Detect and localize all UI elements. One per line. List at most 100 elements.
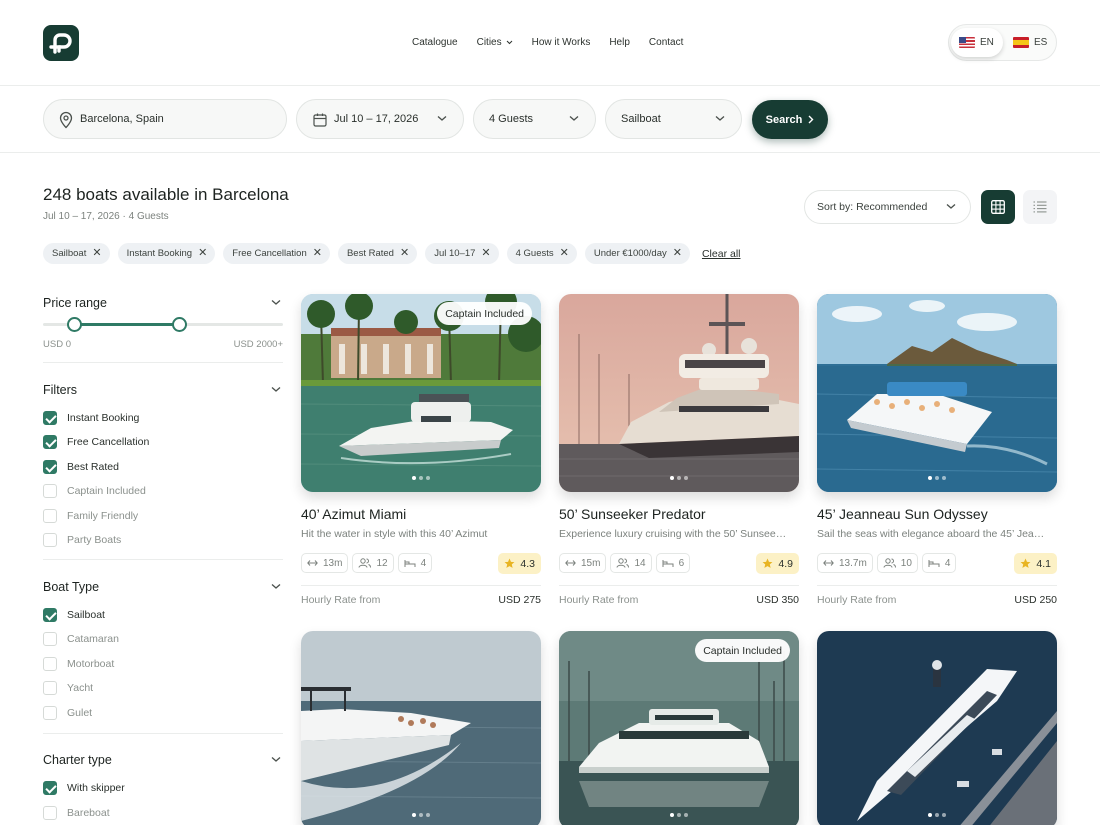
charter-bareboat[interactable]: Bareboat [43,805,110,821]
chevron-down-icon [569,116,579,121]
boat-title[interactable]: 40’ Azimut Miami [301,506,406,522]
close-icon[interactable]: ✕ [481,248,490,259]
close-icon[interactable]: ✕ [92,248,101,259]
nav-how-it-works[interactable]: How it Works [532,37,591,48]
filter-instant-booking[interactable]: Instant Booking [43,410,139,426]
boat-image [817,631,1057,825]
nav-label: Contact [648,37,684,48]
boat-type-catamaran[interactable]: Catamaran [43,631,119,647]
close-icon[interactable]: ✕ [400,248,409,259]
filter-free-cancellation[interactable]: Free Cancellation [43,434,149,450]
price-slider-max-handle[interactable] [172,317,188,332]
boat-type-gulet[interactable]: Gulet [43,705,92,721]
filter-chip[interactable]: Sailboat ✕ [43,243,110,264]
divider [301,585,541,586]
carousel-dots[interactable] [670,476,688,480]
nav-label: Help [609,37,630,48]
boat-photo[interactable] [301,631,541,825]
boat-type-sailboat[interactable]: Sailboat [43,607,105,623]
list-icon [1033,201,1047,213]
checkbox[interactable] [43,533,57,547]
date-range-field[interactable]: Jul 10 – 17, 2026 [296,99,464,139]
star-icon [504,558,515,568]
checkbox[interactable] [43,484,57,498]
filter-family-friendly[interactable]: Family Friendly [43,508,138,524]
list-view-button[interactable] [1023,190,1057,224]
checkbox[interactable] [43,657,57,671]
nav-catalogue[interactable]: Catalogue [412,37,458,48]
filter-captain-included[interactable]: Captain Included [43,483,146,499]
close-icon[interactable]: ✕ [198,248,207,259]
checkbox[interactable] [43,706,57,720]
grid-view-button[interactable] [981,190,1015,224]
sort-dropdown[interactable]: Sort by: Recommended [804,190,971,224]
boat-type-dropdown[interactable]: Sailboat [605,99,742,139]
filter-chip[interactable]: Under €1000/day ✕ [584,243,690,264]
carousel-dots[interactable] [670,813,688,817]
brand-logo[interactable] [43,25,79,61]
checkbox[interactable] [43,632,57,646]
boat-title[interactable]: 50’ Sunseeker Predator [559,506,706,522]
rating-badge: 4.1 [1014,553,1057,574]
chevron-down-icon[interactable] [271,299,281,306]
carousel-dots[interactable] [928,813,946,817]
checkbox-label: Sailboat [67,609,105,621]
boat-photo[interactable]: Captain Included [559,631,799,825]
checkbox[interactable] [43,460,57,474]
checkbox[interactable] [43,435,57,449]
filter-chip[interactable]: Best Rated ✕ [337,243,418,264]
filter-chip[interactable]: 4 Guests ✕ [506,243,577,264]
chevron-down-icon[interactable] [271,583,281,590]
filter-chip[interactable]: Jul 10–17 ✕ [425,243,499,264]
boat-type-motorboat[interactable]: Motorboat [43,656,114,672]
language-option-en[interactable]: EN [951,28,1003,57]
filter-chip[interactable]: Free Cancellation ✕ [223,243,330,264]
language-option-es[interactable]: ES [1005,28,1055,57]
carousel-dots[interactable] [412,813,430,817]
guests-count: 12 [376,557,388,569]
checkbox[interactable] [43,608,57,622]
cabins-count: 4 [420,557,427,569]
nav-contact[interactable]: Contact [649,37,683,48]
top-navigation-bar: Catalogue Cities How it Works Help Conta… [0,0,1100,86]
cabins-count: 6 [678,557,685,569]
boat-type-yacht[interactable]: Yacht [43,680,93,696]
boat-type-title: Boat Type [43,580,100,594]
location-field[interactable]: Barcelona, Spain [43,99,287,139]
checkbox[interactable] [43,509,57,523]
guests-dropdown[interactable]: 4 Guests [473,99,596,139]
divider [43,733,283,734]
chevron-down-icon [715,116,725,121]
boat-photo[interactable] [559,294,799,492]
boat-photo[interactable] [817,631,1057,825]
rate-value: USD 275 [498,594,541,606]
nav-help[interactable]: Help [609,37,630,48]
price-slider-min-handle[interactable] [66,317,82,332]
boat-title[interactable]: 45’ Jeanneau Sun Odyssey [817,506,988,522]
clear-all-link[interactable]: Clear all [702,248,741,260]
filter-party-boats[interactable]: Party Boats [43,532,121,548]
nav-cities[interactable]: Cities [477,37,513,48]
search-button[interactable]: Search [752,100,828,139]
checkbox[interactable] [43,411,57,425]
close-icon[interactable]: ✕ [673,248,682,259]
divider [817,585,1057,586]
boat-photo[interactable] [817,294,1057,492]
close-icon[interactable]: ✕ [313,248,322,259]
checkbox[interactable] [43,781,57,795]
filter-chip[interactable]: Instant Booking ✕ [117,243,216,264]
close-icon[interactable]: ✕ [560,248,569,259]
chevron-down-icon[interactable] [271,386,281,393]
length-value: 15m [581,557,601,569]
checkbox[interactable] [43,681,57,695]
chevron-down-icon[interactable] [271,756,281,763]
chip-label: Free Cancellation [232,248,307,259]
carousel-dots[interactable] [928,476,946,480]
arrows-horizontal-icon [307,560,318,566]
boat-description: Sail the seas with elegance aboard the 4… [817,528,1049,540]
checkbox[interactable] [43,806,57,820]
filter-best-rated[interactable]: Best Rated [43,459,119,475]
carousel-dots[interactable] [412,476,430,480]
boat-photo[interactable]: Captain Included [301,294,541,492]
charter-with-skipper[interactable]: With skipper [43,780,125,796]
